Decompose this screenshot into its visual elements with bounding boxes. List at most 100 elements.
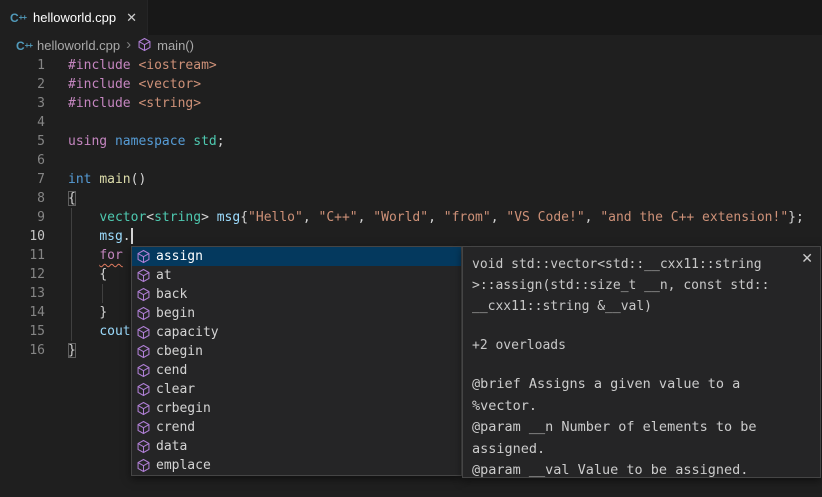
intellisense-suggest-widget: assign at back begin capacity cbegin cen… [131, 246, 462, 476]
line-content: { [45, 265, 107, 284]
tab-close-icon[interactable]: ✕ [123, 9, 140, 27]
tab-bar: C++ helloworld.cpp ✕ [0, 0, 822, 35]
suggest-item-label: crbegin [156, 401, 211, 416]
suggest-item-label: begin [156, 306, 195, 321]
suggest-item-back[interactable]: back [132, 285, 461, 304]
suggest-item-label: cend [156, 363, 187, 378]
suggest-item-label: clear [156, 382, 195, 397]
line-number: 8 [0, 189, 45, 208]
line-content: using namespace std; [45, 132, 225, 151]
tab-helloworld-cpp[interactable]: C++ helloworld.cpp ✕ [0, 0, 148, 35]
suggest-item-label: at [156, 268, 172, 283]
method-cube-icon [136, 420, 151, 435]
code-line[interactable]: 7int main() [0, 170, 822, 189]
line-content [45, 284, 68, 303]
line-content: #include <string> [45, 94, 201, 113]
suggest-item-label: capacity [156, 325, 219, 340]
suggest-item-data[interactable]: data [132, 437, 461, 456]
method-cube-icon [136, 306, 151, 321]
docs-description-line: @param __val Value to be assigned. [472, 460, 798, 478]
suggest-item-label: emplace [156, 458, 211, 473]
line-content: vector<string> msg{"Hello", "C++", "Worl… [45, 208, 804, 227]
suggest-item-clear[interactable]: clear [132, 380, 461, 399]
line-content: for [45, 246, 123, 265]
suggest-item-cend[interactable]: cend [132, 361, 461, 380]
breadcrumb-symbol[interactable]: main() [137, 37, 194, 55]
close-icon[interactable]: ✕ [801, 250, 813, 267]
suggest-item-label: assign [156, 249, 203, 264]
code-line[interactable]: 2#include <vector> [0, 75, 822, 94]
line-number: 9 [0, 208, 45, 227]
chevron-right-icon: › [126, 37, 131, 52]
method-cube-icon [136, 268, 151, 283]
suggest-item-cbegin[interactable]: cbegin [132, 342, 461, 361]
method-cube-icon [137, 37, 152, 52]
line-content: int main() [45, 170, 146, 189]
line-number: 7 [0, 170, 45, 189]
method-cube-icon [136, 325, 151, 340]
docs-description: @brief Assigns a given value to a %vecto… [472, 374, 798, 478]
line-number: 13 [0, 284, 45, 303]
docs-description-line: @param __n Number of elements to be assi… [472, 417, 798, 460]
suggest-item-label: data [156, 439, 187, 454]
line-content: } [45, 341, 76, 360]
suggest-item-label: back [156, 287, 187, 302]
method-cube-icon [136, 344, 151, 359]
line-content [45, 113, 68, 132]
text-cursor [131, 228, 133, 244]
method-cube-icon [136, 439, 151, 454]
line-content [45, 151, 68, 170]
line-number: 16 [0, 341, 45, 360]
breadcrumb-file[interactable]: C++ helloworld.cpp [16, 38, 120, 53]
code-line[interactable]: 4 [0, 113, 822, 132]
line-content: #include <vector> [45, 75, 201, 94]
method-cube-icon [136, 401, 151, 416]
line-number: 10 [0, 227, 45, 246]
indent-guide [102, 284, 103, 303]
line-number: 15 [0, 322, 45, 341]
code-line[interactable]: 8{ [0, 189, 822, 208]
docs-description-line: @brief Assigns a given value to a %vecto… [472, 374, 798, 417]
method-cube-icon [136, 382, 151, 397]
code-line[interactable]: 9 vector<string> msg{"Hello", "C++", "Wo… [0, 208, 822, 227]
intellisense-docs-panel: ✕ void std::vector<std::__cxx11::string … [462, 246, 821, 478]
suggest-item-label: crend [156, 420, 195, 435]
line-number: 4 [0, 113, 45, 132]
line-number: 12 [0, 265, 45, 284]
suggest-item-begin[interactable]: begin [132, 304, 461, 323]
suggest-item-at[interactable]: at [132, 266, 461, 285]
line-content: { [45, 189, 76, 208]
line-number: 3 [0, 94, 45, 113]
cpp-file-icon: C++ [10, 12, 26, 24]
method-cube-icon [136, 287, 151, 302]
code-line[interactable]: 3#include <string> [0, 94, 822, 113]
line-number: 1 [0, 56, 45, 75]
line-number: 11 [0, 246, 45, 265]
code-line[interactable]: 5using namespace std; [0, 132, 822, 151]
line-content: msg. [45, 227, 133, 246]
suggest-item-crend[interactable]: crend [132, 418, 461, 437]
indent-guide [71, 208, 72, 341]
method-cube-icon [136, 249, 151, 264]
method-cube-icon [136, 363, 151, 378]
line-number: 6 [0, 151, 45, 170]
suggest-item-emplace[interactable]: emplace [132, 456, 461, 475]
symbol-cube-icon-slot [137, 37, 152, 55]
code-line[interactable]: 10 msg. [0, 227, 822, 246]
line-content: cout [45, 322, 131, 341]
line-number: 5 [0, 132, 45, 151]
suggest-item-label: cbegin [156, 344, 203, 359]
line-content: } [45, 303, 107, 322]
function-signature: void std::vector<std::__cxx11::string >:… [472, 254, 798, 317]
line-number: 14 [0, 303, 45, 322]
suggest-item-capacity[interactable]: capacity [132, 323, 461, 342]
suggest-item-crbegin[interactable]: crbegin [132, 399, 461, 418]
code-line[interactable]: 6 [0, 151, 822, 170]
overloads-count: +2 overloads [472, 338, 798, 353]
code-line[interactable]: 1#include <iostream> [0, 56, 822, 75]
code-editor[interactable]: 1#include <iostream>2#include <vector>3#… [0, 56, 822, 497]
line-number: 2 [0, 75, 45, 94]
suggest-item-assign[interactable]: assign [132, 247, 461, 266]
method-cube-icon [136, 458, 151, 473]
cpp-file-icon: C++ [16, 40, 32, 52]
